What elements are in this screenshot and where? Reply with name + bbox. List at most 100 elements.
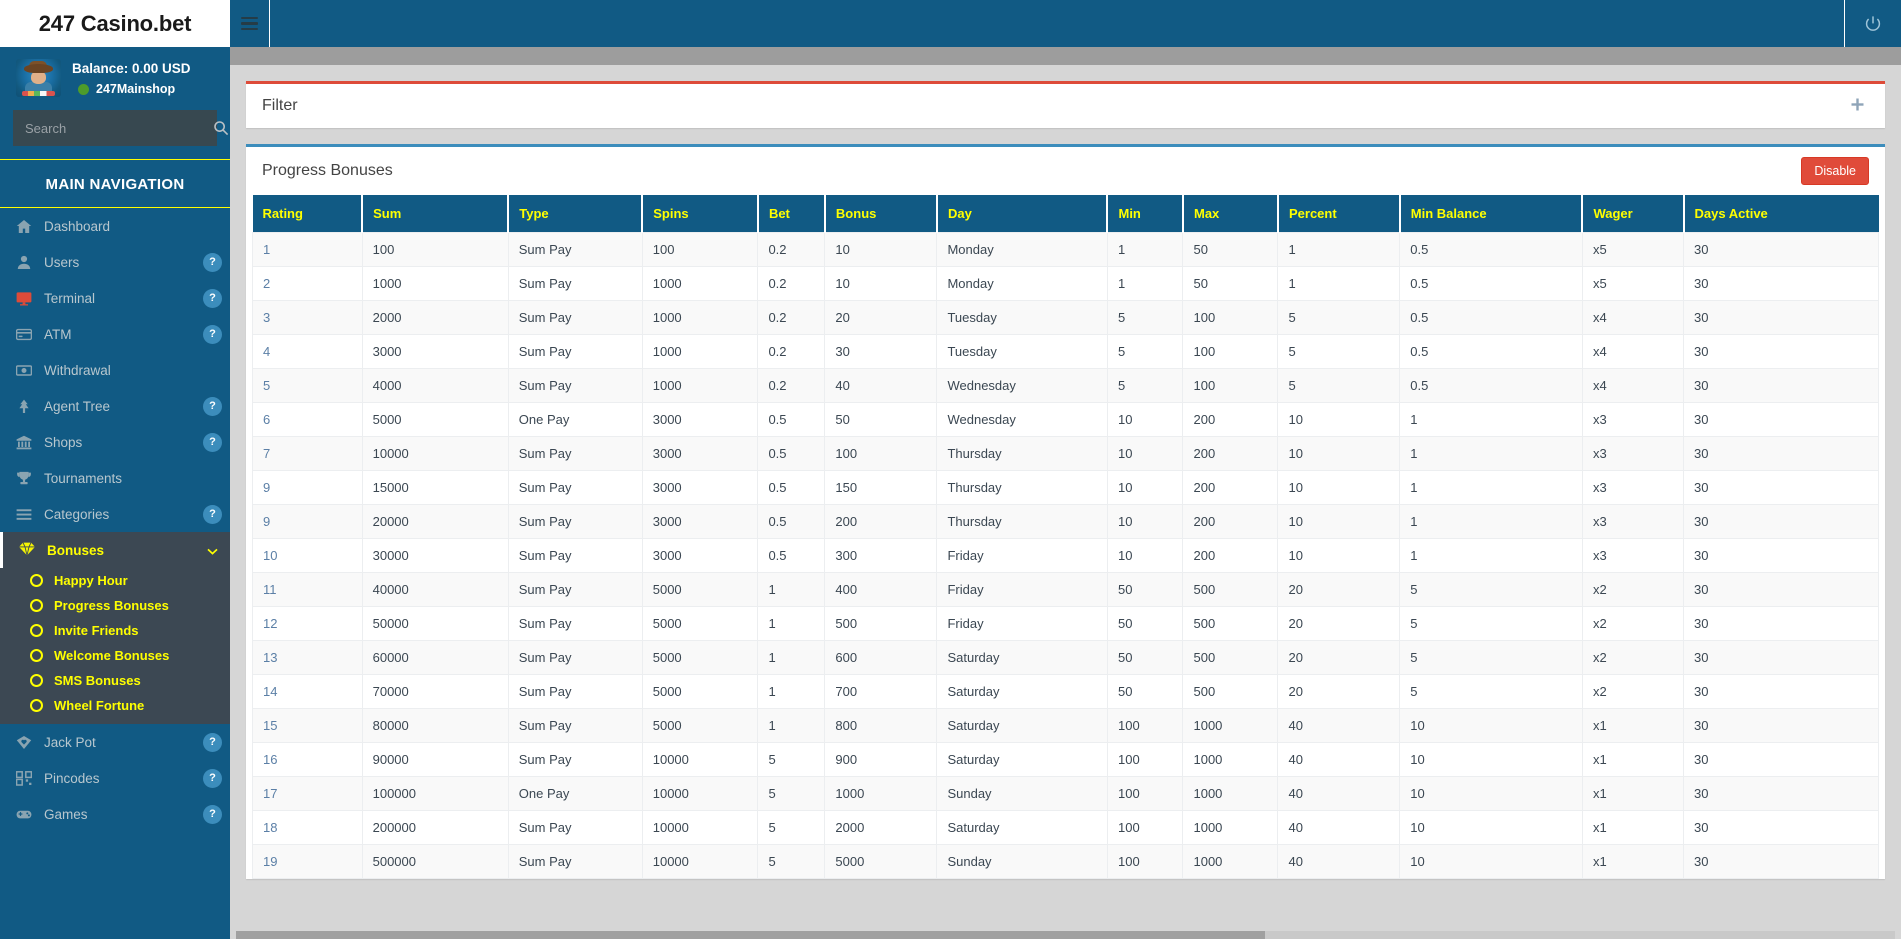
table-row[interactable]: 6 5000 One Pay 3000 0.5 50 Wednesday 10 200 10 1 x3… [252,402,1879,437]
sidebar-item-users[interactable]: Users ? [0,244,230,280]
column-header-min balance[interactable]: Min Balance [1399,195,1584,233]
column-header-days active[interactable]: Days Active [1683,195,1879,233]
plus-icon[interactable] [1846,96,1869,116]
column-header-percent[interactable]: Percent [1277,195,1401,233]
sidebar-item-withdrawal[interactable]: Withdrawal [0,352,230,388]
table-row[interactable]: 1 100 Sum Pay 100 0.2 10 Monday 1 50 1 0.5 x5 30 [252,232,1879,267]
sidebar-item-bonuses[interactable]: Bonuses [0,532,230,568]
table-row[interactable]: 10 30000 Sum Pay 3000 0.5 300 Friday 10 200 10 1 x3… [252,538,1879,573]
table-cell-bonus: 2000 [824,810,938,845]
horizontal-scrollbar[interactable] [236,931,1895,939]
table-cell-spins: 5000 [641,674,759,709]
table-row[interactable]: 4 3000 Sum Pay 1000 0.2 30 Tuesday 5 100 5 0.5 x4 30 [252,334,1879,369]
sidebar-subitem-sms bonuses[interactable]: SMS Bonuses [0,668,230,693]
table-cell-min-balance: 10 [1399,844,1583,879]
table-cell-bonus: 700 [824,674,938,709]
table-row[interactable]: 19 500000 Sum Pay 10000 5 5000 Sunday 100 1000 40… [252,844,1879,879]
sidebar-subitem-progress bonuses[interactable]: Progress Bonuses [0,593,230,618]
table-cell-bonus: 50 [824,402,938,437]
table-cell-spins: 3000 [641,470,759,505]
table-cell-bet: 0.5 [757,504,826,539]
table-row[interactable]: 15 80000 Sum Pay 5000 1 800 Saturday 100 1000 40 1… [252,708,1879,743]
sidebar-item-atm[interactable]: ATM ? [0,316,230,352]
table-row[interactable]: 7 10000 Sum Pay 3000 0.5 100 Thursday 10 200 10 1 x… [252,436,1879,471]
table-cell-spins: 3000 [641,504,759,539]
sidebar-item-badge: ? [203,732,222,752]
column-header-min[interactable]: Min [1107,195,1184,233]
column-header-wager[interactable]: Wager [1582,195,1685,233]
table-cell-spins: 10000 [641,776,759,811]
table-cell-day: Thursday [936,470,1108,505]
table-row[interactable]: 9 15000 Sum Pay 3000 0.5 150 Thursday 10 200 10 1 x… [252,470,1879,505]
table-cell-min-balance: 1 [1399,538,1583,573]
sidebar-nav-list-after: Jack Pot ? Pincodes ? Games ? [0,724,230,832]
table-row[interactable]: 11 40000 Sum Pay 5000 1 400 Friday 50 500 20 5 x2 30 [252,572,1879,607]
table-cell-rating: 9 [252,504,363,539]
sidebar-subitem-happy hour[interactable]: Happy Hour [0,568,230,593]
column-header-bet[interactable]: Bet [757,195,826,233]
table-row[interactable]: 9 20000 Sum Pay 3000 0.5 200 Thursday 10 200 10 1 x… [252,504,1879,539]
sidebar-item-label: Tournaments [44,470,123,486]
table-cell-rating: 5 [252,368,363,403]
menu-toggle-button[interactable] [230,0,270,47]
page-title: Progress Bonuses [262,162,393,179]
column-header-bonus[interactable]: Bonus [824,195,938,233]
table-cell-sum: 60000 [361,640,509,675]
card-icon [16,328,32,340]
table-cell-type: Sum Pay [507,436,643,471]
search-button[interactable] [213,110,229,146]
table-row[interactable]: 2 1000 Sum Pay 1000 0.2 10 Monday 1 50 1 0.5 x5 30 [252,266,1879,301]
sidebar-subitem-welcome bonuses[interactable]: Welcome Bonuses [0,643,230,668]
column-header-sum[interactable]: Sum [362,195,510,233]
table-cell-sum: 3000 [361,334,509,369]
sidebar-item-categories[interactable]: Categories ? [0,496,230,532]
sidebar-item-pincodes[interactable]: Pincodes ? [0,760,230,796]
table-cell-days-active: 30 [1683,266,1879,301]
sidebar-subitem-wheel fortune[interactable]: Wheel Fortune [0,693,230,718]
scrollbar-thumb[interactable] [236,931,1265,939]
table-cell-wager: x1 [1581,708,1685,743]
diamond-heart-icon [16,735,32,749]
sidebar-item-agent tree[interactable]: Agent Tree ? [0,388,230,424]
disable-button[interactable]: Disable [1801,157,1869,185]
column-header-max[interactable]: Max [1182,195,1279,233]
table-row[interactable]: 13 60000 Sum Pay 5000 1 600 Saturday 50 500 20 5 x2… [252,640,1879,675]
sidebar-item-games[interactable]: Games ? [0,796,230,832]
table-cell-bet: 5 [757,844,826,879]
table-row[interactable]: 18 200000 Sum Pay 10000 5 2000 Saturday 100 1000… [252,810,1879,845]
sidebar-item-jack pot[interactable]: Jack Pot ? [0,724,230,760]
table-cell-days-active: 30 [1683,572,1879,607]
column-header-spins[interactable]: Spins [642,195,759,233]
table-row[interactable]: 17 100000 One Pay 10000 5 1000 Sunday 100 1000 40… [252,776,1879,811]
logout-power-button[interactable] [1845,0,1901,47]
sidebar-subitem-invite friends[interactable]: Invite Friends [0,618,230,643]
table-cell-min: 5 [1106,368,1184,403]
sidebar-item-label: Dashboard [44,218,111,234]
table-cell-rating: 1 [252,232,363,267]
column-header-rating[interactable]: Rating [252,195,364,233]
table-row[interactable]: 3 2000 Sum Pay 1000 0.2 20 Tuesday 5 100 5 0.5 x4 30 [252,300,1879,335]
table-cell-min: 100 [1106,776,1184,811]
table-cell-days-active: 30 [1683,606,1879,641]
sidebar-item-shops[interactable]: Shops ? [0,424,230,460]
table-row[interactable]: 14 70000 Sum Pay 5000 1 700 Saturday 50 500 20 5 x2… [252,674,1879,709]
sidebar-item-badge: ? [203,804,222,824]
table-cell-days-active: 30 [1683,368,1879,403]
table-cell-wager: x4 [1581,334,1685,369]
table-row[interactable]: 12 50000 Sum Pay 5000 1 500 Friday 50 500 20 5 x2 30 [252,606,1879,641]
sidebar-item-dashboard[interactable]: Dashboard [0,208,230,244]
sidebar-item-terminal[interactable]: Terminal ? [0,280,230,316]
table-row[interactable]: 5 4000 Sum Pay 1000 0.2 40 Wednesday 5 100 5 0.5 x4… [252,368,1879,403]
table-cell-bonus: 200 [824,504,938,539]
filter-title: Filter [262,97,298,114]
table-cell-day: Friday [936,538,1108,573]
column-header-type[interactable]: Type [508,195,644,233]
column-header-day[interactable]: Day [936,195,1109,233]
table-row[interactable]: 16 90000 Sum Pay 10000 5 900 Saturday 100 1000 40… [252,742,1879,777]
sidebar-item-badge: ? [203,432,222,452]
table-cell-day: Wednesday [936,402,1108,437]
search-input[interactable] [13,120,213,136]
table-cell-min-balance: 5 [1399,572,1583,607]
sidebar-item-tournaments[interactable]: Tournaments [0,460,230,496]
table-cell-max: 1000 [1182,776,1279,811]
